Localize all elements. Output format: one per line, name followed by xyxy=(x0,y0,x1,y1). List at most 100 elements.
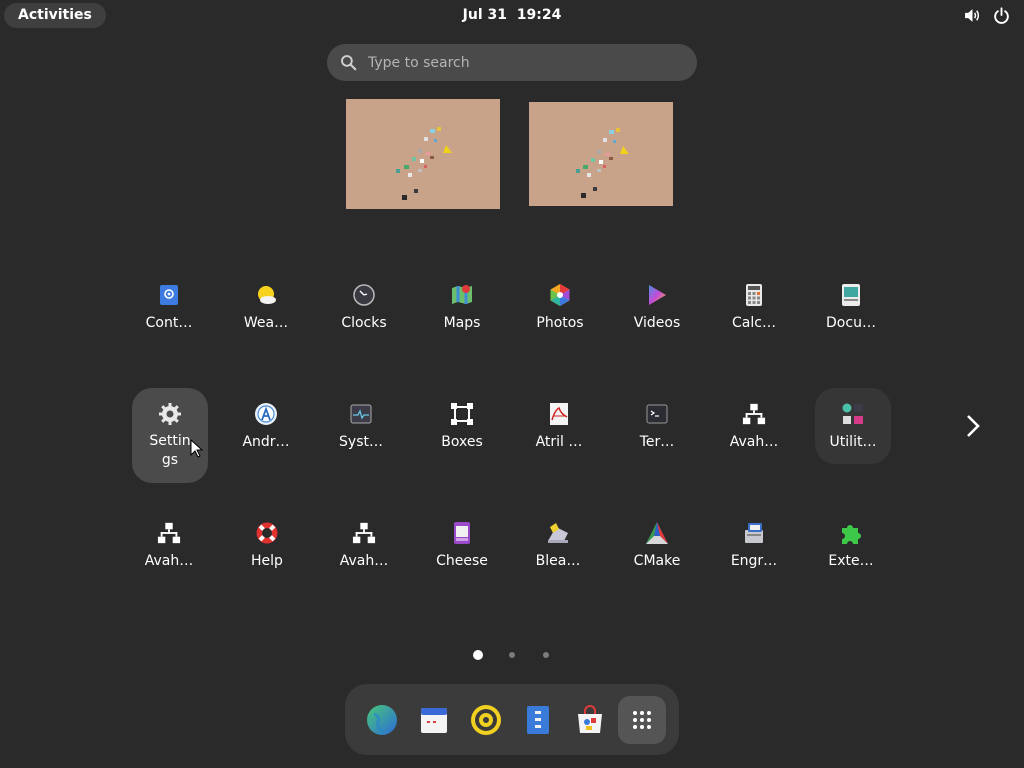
help-icon xyxy=(255,521,279,545)
app-android-studio[interactable]: Andr… xyxy=(228,389,304,463)
top-bar: Activities Jul 31 19:24 xyxy=(0,0,1024,32)
search-icon xyxy=(340,54,357,75)
app-cmake[interactable]: CMake xyxy=(619,508,695,582)
app-label: Clocks xyxy=(341,315,387,331)
software-store-icon xyxy=(578,705,602,733)
calendar-icon xyxy=(421,708,447,733)
date-label: Jul 31 xyxy=(462,7,507,23)
cheese-icon xyxy=(450,521,474,545)
settings-icon xyxy=(158,402,182,426)
app-extensions[interactable]: Exte… xyxy=(813,508,889,582)
clock-button[interactable]: Jul 31 19:24 xyxy=(463,7,562,23)
app-label: Settin gs xyxy=(149,433,191,468)
app-label: Avah… xyxy=(144,553,194,569)
weather-icon xyxy=(254,283,278,307)
dash-software[interactable] xyxy=(566,696,614,744)
app-label: Utilit… xyxy=(829,434,877,450)
app-maps[interactable]: Maps xyxy=(424,270,500,344)
app-label: Videos xyxy=(633,315,681,331)
network-icon xyxy=(352,521,376,545)
next-page-arrow[interactable] xyxy=(962,413,986,439)
app-label: Avah… xyxy=(339,553,389,569)
search-input[interactable] xyxy=(368,44,678,81)
app-terminal[interactable]: Ter… xyxy=(619,389,695,463)
search-bar[interactable] xyxy=(327,44,697,81)
app-avahi-2[interactable]: Avah… xyxy=(131,508,207,582)
android-studio-icon xyxy=(254,402,278,426)
app-system-monitor[interactable]: Syst… xyxy=(323,389,399,463)
wallpaper-icon xyxy=(346,99,500,209)
system-monitor-icon xyxy=(349,402,373,426)
bleachbit-icon xyxy=(546,521,570,545)
system-menu[interactable] xyxy=(964,7,1010,24)
activities-button[interactable]: Activities xyxy=(4,3,106,28)
photos-icon xyxy=(548,283,572,307)
app-bleachbit[interactable]: Blea… xyxy=(520,508,596,582)
app-label: Cheese xyxy=(436,553,488,569)
app-label: Andr… xyxy=(242,434,290,450)
app-label: Calc… xyxy=(732,315,776,331)
app-settings[interactable]: Settin gs xyxy=(132,388,208,483)
page-dot-3[interactable] xyxy=(543,652,549,658)
page-dot-2[interactable] xyxy=(509,652,515,658)
extensions-icon xyxy=(839,521,863,545)
clocks-icon xyxy=(352,283,376,307)
app-label: Boxes xyxy=(441,434,483,450)
document-viewer-icon xyxy=(839,283,863,307)
page-indicator xyxy=(0,650,1024,660)
chevron-right-icon xyxy=(967,415,980,437)
dash-files[interactable] xyxy=(514,696,562,744)
app-label: Engr… xyxy=(730,553,778,569)
app-photos[interactable]: Photos xyxy=(522,270,598,344)
utilities-folder-icon xyxy=(841,402,865,426)
app-label: Blea… xyxy=(535,553,581,569)
app-clocks[interactable]: Clocks xyxy=(326,270,402,344)
terminal-icon xyxy=(645,402,669,426)
dash-rhythmbox[interactable] xyxy=(462,696,510,744)
app-label: Photos xyxy=(536,315,584,331)
folder-utilities[interactable]: Utilit… xyxy=(815,388,891,464)
app-label: Exte… xyxy=(828,553,874,569)
app-atril[interactable]: Atril … xyxy=(521,389,597,463)
app-help[interactable]: Help xyxy=(229,508,305,582)
app-engrampa[interactable]: Engr… xyxy=(716,508,792,582)
videos-icon xyxy=(645,283,669,307)
app-label: Ter… xyxy=(639,434,675,450)
globe-icon xyxy=(367,705,397,735)
workspace-thumbnail-1[interactable] xyxy=(346,99,500,209)
dash xyxy=(345,684,679,755)
app-videos[interactable]: Videos xyxy=(619,270,695,344)
app-label: Avah… xyxy=(729,434,779,450)
app-boxes[interactable]: Boxes xyxy=(424,389,500,463)
app-label: Docu… xyxy=(826,315,876,331)
app-label: Syst… xyxy=(339,434,383,450)
app-label: Maps xyxy=(443,315,481,331)
clock: Jul 31 19:24 xyxy=(0,7,1024,23)
dash-calendar[interactable] xyxy=(410,696,458,744)
files-icon xyxy=(527,706,549,734)
music-icon xyxy=(471,705,501,735)
wallpaper-icon xyxy=(529,102,673,206)
app-label: CMake xyxy=(633,553,681,569)
volume-icon xyxy=(964,7,981,24)
app-label: Cont… xyxy=(145,315,193,331)
calculator-icon xyxy=(742,283,766,307)
page-dot-1[interactable] xyxy=(473,650,483,660)
maps-icon xyxy=(450,283,474,307)
app-weather[interactable]: Wea… xyxy=(228,270,304,344)
app-calculator[interactable]: Calc… xyxy=(716,270,792,344)
app-document-viewer[interactable]: Docu… xyxy=(813,270,889,344)
show-apps-button[interactable] xyxy=(618,696,666,744)
app-label: Wea… xyxy=(243,315,289,331)
time-label: 19:24 xyxy=(516,7,562,23)
app-contacts[interactable]: Cont… xyxy=(131,270,207,344)
workspace-thumbnail-2[interactable] xyxy=(529,102,673,206)
app-avahi-3[interactable]: Avah… xyxy=(326,508,402,582)
app-grid-icon xyxy=(633,711,651,729)
app-label: Atril … xyxy=(535,434,583,450)
app-avahi-1[interactable]: Avah… xyxy=(716,389,792,463)
engrampa-icon xyxy=(742,521,766,545)
dash-web-browser[interactable] xyxy=(358,696,406,744)
boxes-icon xyxy=(450,402,474,426)
app-cheese[interactable]: Cheese xyxy=(424,508,500,582)
